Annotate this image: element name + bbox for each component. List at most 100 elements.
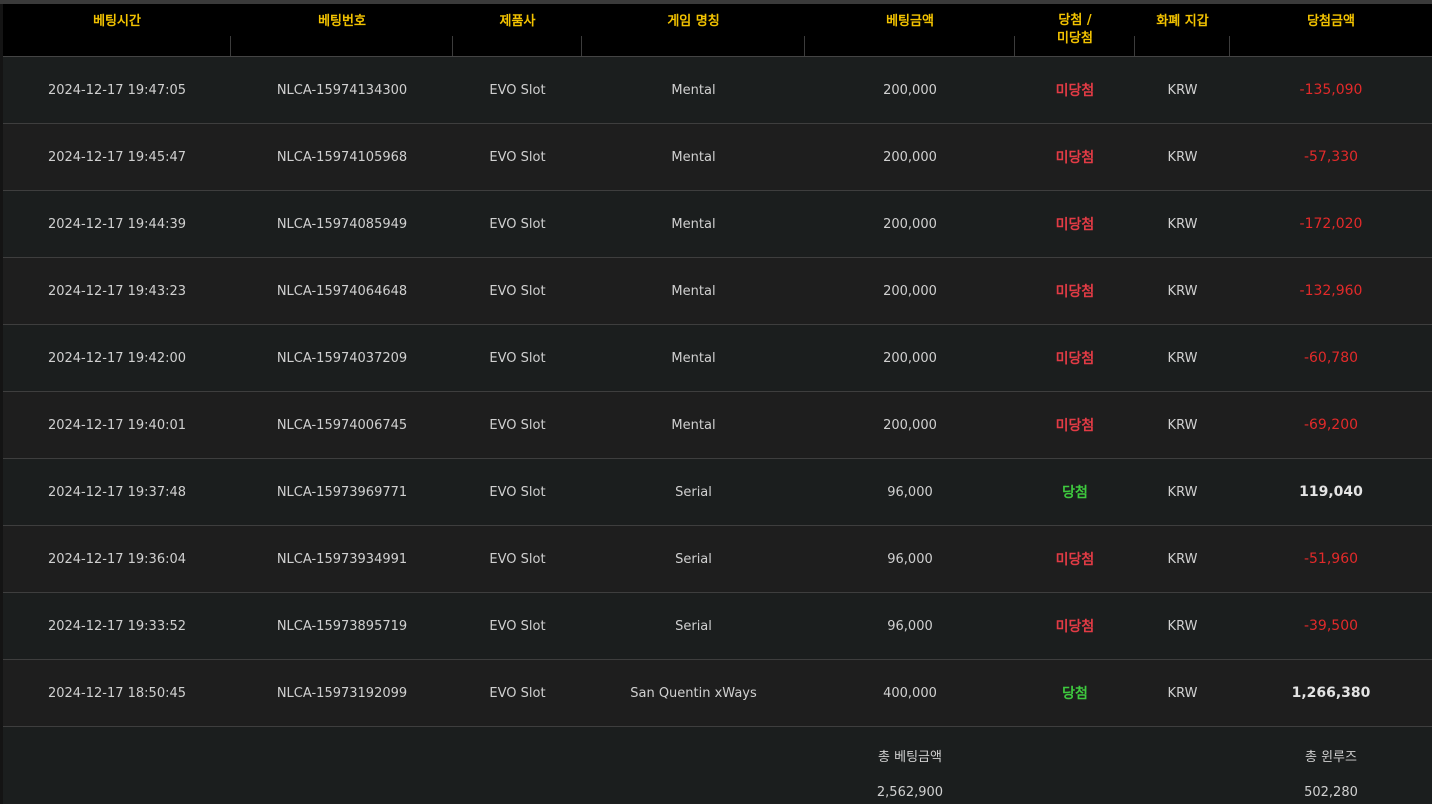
column-header-time: 베팅시간 — [3, 4, 231, 57]
game-name: Mental — [671, 149, 716, 165]
bet-amount: 200,000 — [883, 350, 937, 366]
result-status-cell: 미당첨 — [1015, 257, 1135, 325]
bet-amount-cell: 96,000 — [805, 525, 1015, 593]
provider: EVO Slot — [489, 216, 546, 232]
win-amount-cell: -39,500 — [1230, 592, 1432, 660]
bet-number: NLCA-15974006745 — [276, 417, 408, 433]
win-amount: -135,090 — [1299, 82, 1363, 98]
table-row: 2024-12-17 19:36:04 NLCA-15973934991 EVO S… — [3, 525, 1432, 593]
win-amount: -39,500 — [1303, 618, 1359, 634]
result-status: 미당첨 — [1055, 418, 1095, 434]
totals-spacer-2 — [1015, 726, 1230, 803]
wallet-currency-cell: KRW — [1135, 659, 1230, 727]
bet-history-panel: 베팅시간 베팅번호 제품사 게임 명칭 베팅금액 당첨 / 미당첨 화폐 지갑 … — [0, 0, 1432, 804]
table-body: 2024-12-17 19:47:05 NLCA-15974134300 EVO S… — [3, 56, 1432, 727]
game-name-cell: Mental — [582, 324, 805, 392]
provider: EVO Slot — [489, 350, 546, 366]
table-row: 2024-12-17 19:43:23 NLCA-15974064648 EVO S… — [3, 257, 1432, 325]
game-name-cell: Serial — [582, 592, 805, 660]
wallet-currency: KRW — [1167, 417, 1198, 433]
win-amount-cell: -132,960 — [1230, 257, 1432, 325]
bet-time-cell: 2024-12-17 19:44:39 — [3, 190, 231, 258]
bet-number: NLCA-15974134300 — [276, 82, 408, 98]
result-status-cell: 미당첨 — [1015, 592, 1135, 660]
panel-left-edge — [0, 4, 3, 804]
provider: EVO Slot — [489, 283, 546, 299]
provider: EVO Slot — [489, 685, 546, 701]
table-header: 베팅시간 베팅번호 제품사 게임 명칭 베팅금액 당첨 / 미당첨 화폐 지갑 … — [3, 4, 1432, 57]
win-amount-cell: -69,200 — [1230, 391, 1432, 459]
column-header-game: 게임 명칭 — [582, 4, 805, 57]
win-amount-cell: 119,040 — [1230, 458, 1432, 526]
bet-number: NLCA-15974037209 — [276, 350, 408, 366]
column-header-result-line1: 당첨 / — [1058, 13, 1092, 28]
bet-time-cell: 2024-12-17 19:33:52 — [3, 592, 231, 660]
win-amount-cell: -57,330 — [1230, 123, 1432, 191]
totals-row: 총 베팅금액 2,562,900 총 윈루즈 502,280 — [3, 726, 1432, 803]
table-row: 2024-12-17 19:33:52 NLCA-15973895719 EVO S… — [3, 592, 1432, 660]
bet-time-cell: 2024-12-17 19:43:23 — [3, 257, 231, 325]
provider-cell: EVO Slot — [453, 257, 582, 325]
wallet-currency: KRW — [1167, 350, 1198, 366]
bet-number-cell: NLCA-15974134300 — [231, 56, 453, 124]
bet-history-table: 베팅시간 베팅번호 제품사 게임 명칭 베팅금액 당첨 / 미당첨 화폐 지갑 … — [3, 4, 1432, 803]
game-name-cell: San Quentin xWays — [582, 659, 805, 727]
win-amount-cell: -51,960 — [1230, 525, 1432, 593]
bet-time: 2024-12-17 19:42:00 — [47, 350, 187, 366]
bet-time: 2024-12-17 19:45:47 — [47, 149, 187, 165]
result-status-cell: 당첨 — [1015, 458, 1135, 526]
bet-time-cell: 2024-12-17 19:47:05 — [3, 56, 231, 124]
total-winloss-label: 총 윈루즈 — [1305, 750, 1357, 765]
result-status: 당첨 — [1062, 686, 1088, 702]
bet-time-cell: 2024-12-17 19:45:47 — [3, 123, 231, 191]
bet-time-cell: 2024-12-17 19:36:04 — [3, 525, 231, 593]
game-name-cell: Mental — [582, 190, 805, 258]
bet-number-cell: NLCA-15974006745 — [231, 391, 453, 459]
provider: EVO Slot — [489, 484, 546, 500]
table-row: 2024-12-17 19:44:39 NLCA-15974085949 EVO S… — [3, 190, 1432, 258]
column-header-result: 당첨 / 미당첨 — [1015, 4, 1135, 57]
column-header-result-line2: 미당첨 — [1057, 31, 1093, 46]
column-header-bet-amount: 베팅금액 — [805, 4, 1015, 57]
bet-amount: 200,000 — [883, 283, 937, 299]
result-status-cell: 당첨 — [1015, 659, 1135, 727]
result-status: 미당첨 — [1055, 83, 1095, 99]
wallet-currency-cell: KRW — [1135, 257, 1230, 325]
result-status: 미당첨 — [1055, 217, 1095, 233]
bet-number-cell: NLCA-15973934991 — [231, 525, 453, 593]
bet-time-cell: 2024-12-17 19:40:01 — [3, 391, 231, 459]
bet-amount: 200,000 — [883, 82, 937, 98]
bet-number-cell: NLCA-15973895719 — [231, 592, 453, 660]
game-name: Serial — [675, 618, 712, 634]
provider-cell: EVO Slot — [453, 592, 582, 660]
bet-amount: 200,000 — [883, 216, 937, 232]
wallet-currency: KRW — [1167, 216, 1198, 232]
bet-time: 2024-12-17 19:37:48 — [47, 484, 187, 500]
game-name: Mental — [671, 216, 716, 232]
table-row: 2024-12-17 18:50:45 NLCA-15973192099 EVO S… — [3, 659, 1432, 727]
bet-number: NLCA-15974064648 — [276, 283, 408, 299]
win-amount: -57,330 — [1303, 149, 1359, 165]
win-amount: -60,780 — [1303, 350, 1359, 366]
win-amount-cell: -135,090 — [1230, 56, 1432, 124]
bet-amount: 200,000 — [883, 417, 937, 433]
bet-amount: 96,000 — [887, 551, 933, 567]
provider-cell: EVO Slot — [453, 123, 582, 191]
provider: EVO Slot — [489, 551, 546, 567]
game-name-cell: Serial — [582, 525, 805, 593]
total-winloss-value: 502,280 — [1304, 785, 1358, 800]
game-name: Serial — [675, 484, 712, 500]
provider: EVO Slot — [489, 149, 546, 165]
bet-amount: 96,000 — [887, 484, 933, 500]
bet-number-cell: NLCA-15974037209 — [231, 324, 453, 392]
win-amount: 1,266,380 — [1291, 685, 1371, 701]
result-status-cell: 미당첨 — [1015, 391, 1135, 459]
game-name: Mental — [671, 350, 716, 366]
bet-amount-cell: 200,000 — [805, 324, 1015, 392]
bet-amount-cell: 200,000 — [805, 56, 1015, 124]
bet-number-cell: NLCA-15974105968 — [231, 123, 453, 191]
game-name-cell: Mental — [582, 391, 805, 459]
game-name-cell: Mental — [582, 257, 805, 325]
bet-time: 2024-12-17 19:36:04 — [47, 551, 187, 567]
bet-number-cell: NLCA-15974064648 — [231, 257, 453, 325]
